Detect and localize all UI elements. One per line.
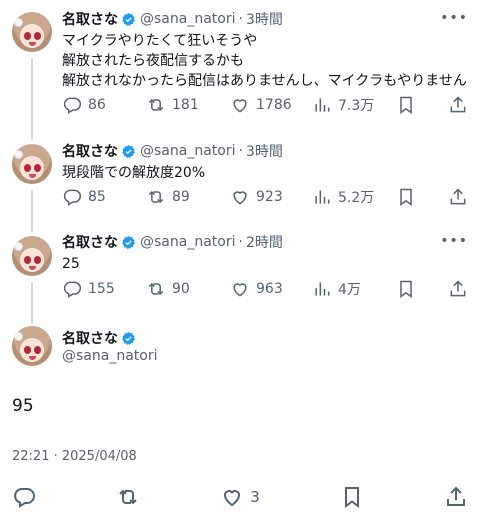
author-handle[interactable]: @sana_natori: [62, 348, 157, 364]
verified-badge-icon: [122, 331, 135, 345]
bookmark-button[interactable]: [340, 485, 364, 509]
author-name[interactable]: 名取さな: [62, 328, 118, 348]
tweet-timestamp[interactable]: 22:21 · 2025/04/08: [12, 449, 137, 464]
repost-button[interactable]: [116, 485, 140, 509]
share-button[interactable]: [444, 485, 468, 509]
repost-icon: [119, 489, 137, 505]
tweet-text: 95: [12, 396, 34, 416]
reply-button[interactable]: [12, 485, 36, 509]
heart-icon: [224, 490, 241, 507]
share-icon: [446, 486, 465, 506]
like-button[interactable]: 3: [220, 485, 260, 509]
reply-icon: [14, 488, 35, 508]
bookmark-icon: [344, 487, 359, 508]
avatar[interactable]: [12, 326, 52, 366]
focal-tweet: 名取さな @sana_natori 95 22:21 · 2025/04/08 …: [0, 0, 480, 524]
